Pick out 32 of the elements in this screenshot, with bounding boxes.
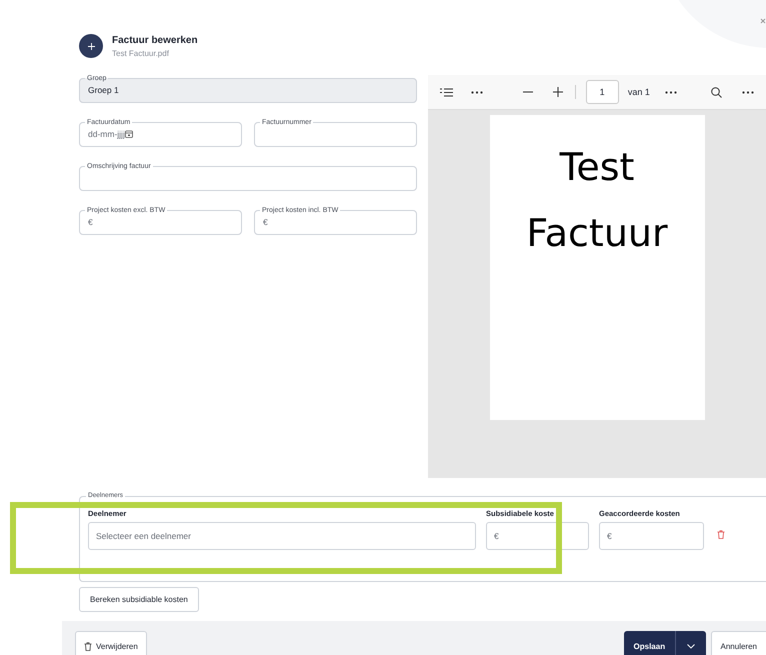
- placeholder-text: €: [494, 531, 499, 541]
- placeholder-text: Selecteer een deelnemer: [96, 531, 191, 541]
- placeholder-text: dd-mm-jjjj: [88, 129, 125, 139]
- trash-icon: [84, 642, 92, 650]
- close-icon[interactable]: [760, 18, 766, 24]
- save-button[interactable]: Opslaan: [624, 631, 675, 655]
- page-number-field[interactable]: 1: [586, 80, 619, 104]
- more-icon[interactable]: [470, 90, 483, 94]
- field-value: Groep 1: [88, 85, 120, 95]
- cancel-button[interactable]: Annuleren: [710, 631, 766, 655]
- participant-select[interactable]: Selecteer een deelnemer: [88, 522, 476, 550]
- zoom-in-icon[interactable]: [552, 87, 563, 97]
- chevron-down-icon: [686, 644, 695, 648]
- cost-field[interactable]: €: [599, 522, 704, 550]
- delete-button[interactable]: Verwijderen: [75, 631, 147, 655]
- add-icon: [79, 34, 103, 58]
- search-icon[interactable]: [711, 86, 722, 98]
- placeholder-text: €: [263, 217, 268, 227]
- list-icon[interactable]: [440, 88, 453, 96]
- trash-icon[interactable]: [717, 530, 725, 539]
- cost-field[interactable]: €: [486, 522, 589, 550]
- more-icon[interactable]: [665, 90, 678, 94]
- dialog-title: Factuur bewerken: [112, 34, 198, 46]
- page-count: van 1: [628, 87, 650, 97]
- calculate-button[interactable]: Bereken subsidiable kosten: [79, 587, 199, 612]
- page-text: Factuur: [526, 211, 668, 255]
- file-name: Test Factuur.pdf: [112, 48, 170, 58]
- more-icon[interactable]: [742, 90, 754, 94]
- placeholder-text: €: [607, 531, 612, 541]
- placeholder-text: €: [88, 217, 93, 227]
- page-text: Test: [560, 145, 634, 189]
- calendar-icon[interactable]: [124, 130, 133, 138]
